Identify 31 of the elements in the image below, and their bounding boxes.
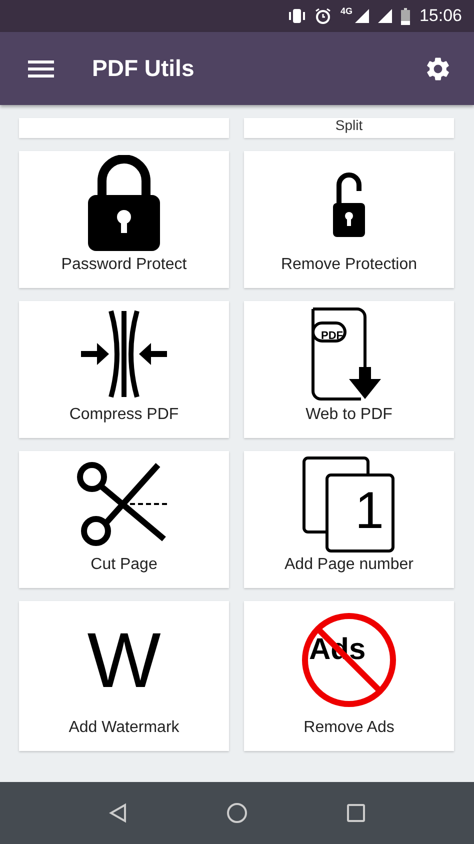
- tool-card[interactable]: PDF Web to PDF: [244, 301, 454, 438]
- stacked-pages-icon: [301, 454, 397, 552]
- signal-icon: [355, 9, 370, 23]
- card-label: Compress PDF: [69, 406, 179, 424]
- tool-card[interactable]: Remove Protection: [244, 151, 454, 288]
- card-label: Web to PDF: [306, 406, 392, 424]
- vibrate-icon: [288, 8, 306, 24]
- clock-time: 15:06: [419, 6, 462, 26]
- card-label: Remove Ads: [304, 719, 394, 737]
- network-type-text: 4G: [340, 6, 352, 16]
- alarm-icon: [315, 8, 332, 24]
- compress-icon: [79, 308, 169, 398]
- battery-icon: [401, 8, 410, 24]
- app-title: PDF Utils: [92, 55, 196, 82]
- watermark-letter: W: [87, 621, 161, 699]
- lock-icon: [86, 154, 162, 252]
- tool-card[interactable]: Split: [244, 118, 454, 138]
- card-label: Remove Protection: [280, 256, 418, 274]
- card-label: Split: [335, 118, 363, 132]
- card-label: Add Page number: [284, 556, 414, 574]
- tool-card[interactable]: Password Protect: [19, 151, 229, 288]
- card-label: Password Protect: [61, 256, 187, 274]
- card-label: Cut Page: [90, 556, 158, 574]
- tool-card[interactable]: 1 Add Page number: [244, 451, 454, 588]
- signal-icon: [378, 9, 392, 23]
- tool-card[interactable]: W Add Watermark: [19, 601, 229, 751]
- page-number-text: 1: [355, 485, 384, 537]
- tool-card[interactable]: Cut Page: [19, 451, 229, 588]
- pdf-tag-text: PDF: [321, 331, 343, 342]
- tool-card[interactable]: Compress PDF: [19, 301, 229, 438]
- card-label: Add Watermark: [68, 719, 180, 737]
